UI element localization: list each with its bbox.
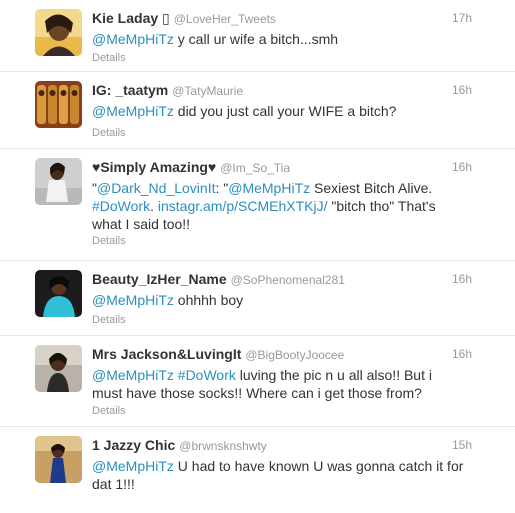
- user-fullname[interactable]: Kie Laday ▯: [92, 10, 170, 26]
- tweet-item[interactable]: IG: _taatym @TatyMaurie 16h @MeMpHiTz did…: [0, 72, 515, 149]
- tweet-timestamp[interactable]: 16h: [452, 83, 472, 97]
- mention-link[interactable]: @MeMpHiTz: [92, 292, 174, 308]
- tweet-item[interactable]: Kie Laday ▯ @LoveHer_Tweets 17h @MeMpHiTz…: [0, 0, 515, 72]
- mention-link[interactable]: @MeMpHiTz: [92, 31, 174, 47]
- tweet-text: "@Dark_Nd_LovinIt: "@MeMpHiTz Sexiest Bi…: [92, 180, 436, 232]
- tweet-timeline: Kie Laday ▯ @LoveHer_Tweets 17h @MeMpHiTz…: [0, 0, 515, 513]
- hashtag-link[interactable]: #DoWork: [178, 367, 236, 383]
- tweet-header: Beauty_IzHer_Name @SoPhenomenal281 16h: [92, 271, 515, 289]
- user-handle[interactable]: @BigBootyJoocee: [245, 348, 344, 362]
- user-handle[interactable]: @TatyMaurie: [172, 84, 243, 98]
- tweet-text: @MeMpHiTz y call ur wife a bitch...smh: [92, 31, 339, 47]
- tweet-timestamp[interactable]: 16h: [452, 160, 472, 174]
- user-fullname[interactable]: IG: _taatym: [92, 82, 168, 98]
- tweet-text: @MeMpHiTz #DoWork luving the pic n u all…: [92, 367, 432, 401]
- tweet-text: @MeMpHiTz ohhhh boy: [92, 292, 244, 308]
- tweet-timestamp[interactable]: 16h: [452, 272, 472, 286]
- details-link[interactable]: Details: [92, 235, 126, 247]
- hashtag-link[interactable]: #DoWork: [92, 198, 150, 214]
- tweet-header: Mrs Jackson&LuvingIt @BigBootyJoocee 16h: [92, 346, 515, 364]
- tweet-item[interactable]: Beauty_IzHer_Name @SoPhenomenal281 16h @M…: [0, 261, 515, 336]
- tweet-header: ♥Simply Amazing♥ @Im_So_Tia 16h: [92, 159, 515, 177]
- tweet-timestamp[interactable]: 17h: [452, 11, 472, 25]
- user-fullname[interactable]: 1 Jazzy Chic: [92, 437, 175, 453]
- user-fullname[interactable]: Mrs Jackson&LuvingIt: [92, 346, 241, 362]
- details-link[interactable]: Details: [92, 314, 126, 326]
- mention-link[interactable]: @Dark_Nd_LovinIt: [97, 180, 216, 196]
- tweet-timestamp[interactable]: 15h: [452, 438, 472, 452]
- tweet-header: 1 Jazzy Chic @brwnsknshwty 15h: [92, 437, 515, 455]
- tweet-header: IG: _taatym @TatyMaurie 16h: [92, 82, 515, 100]
- tweet-text: @MeMpHiTz did you just call your WIFE a …: [92, 103, 397, 119]
- mention-link[interactable]: @MeMpHiTz: [228, 180, 310, 196]
- tweet-item[interactable]: 1 Jazzy Chic @brwnsknshwty 15h @MeMpHiTz …: [0, 427, 515, 513]
- tweet-text: @MeMpHiTz U had to have known U was gonn…: [92, 458, 464, 492]
- details-link[interactable]: Details: [92, 405, 126, 417]
- tweet-item[interactable]: ♥Simply Amazing♥ @Im_So_Tia 16h "@Dark_Nd…: [0, 149, 515, 261]
- url-link[interactable]: instagr.am/p/SCMEhXTKjJ/: [158, 198, 328, 214]
- mention-link[interactable]: @MeMpHiTz: [92, 367, 174, 383]
- tweet-header: Kie Laday ▯ @LoveHer_Tweets 17h: [92, 10, 515, 28]
- user-handle[interactable]: @SoPhenomenal281: [231, 273, 345, 287]
- tweet-timestamp[interactable]: 16h: [452, 347, 472, 361]
- user-fullname[interactable]: ♥Simply Amazing♥: [92, 159, 216, 175]
- user-handle[interactable]: @brwnsknshwty: [179, 439, 267, 453]
- user-handle[interactable]: @LoveHer_Tweets: [174, 12, 276, 26]
- avatar[interactable]: [35, 345, 82, 392]
- mention-link[interactable]: @MeMpHiTz: [92, 103, 174, 119]
- details-link[interactable]: Details: [92, 52, 126, 64]
- mention-link[interactable]: @MeMpHiTz: [92, 458, 174, 474]
- avatar[interactable]: [35, 9, 82, 56]
- user-fullname[interactable]: Beauty_IzHer_Name: [92, 271, 227, 287]
- details-link[interactable]: Details: [92, 127, 126, 139]
- avatar[interactable]: [35, 158, 82, 205]
- avatar[interactable]: [35, 81, 82, 128]
- user-handle[interactable]: @Im_So_Tia: [220, 161, 290, 175]
- avatar[interactable]: [35, 270, 82, 317]
- tweet-item[interactable]: Mrs Jackson&LuvingIt @BigBootyJoocee 16h …: [0, 336, 515, 427]
- avatar[interactable]: [35, 436, 82, 483]
